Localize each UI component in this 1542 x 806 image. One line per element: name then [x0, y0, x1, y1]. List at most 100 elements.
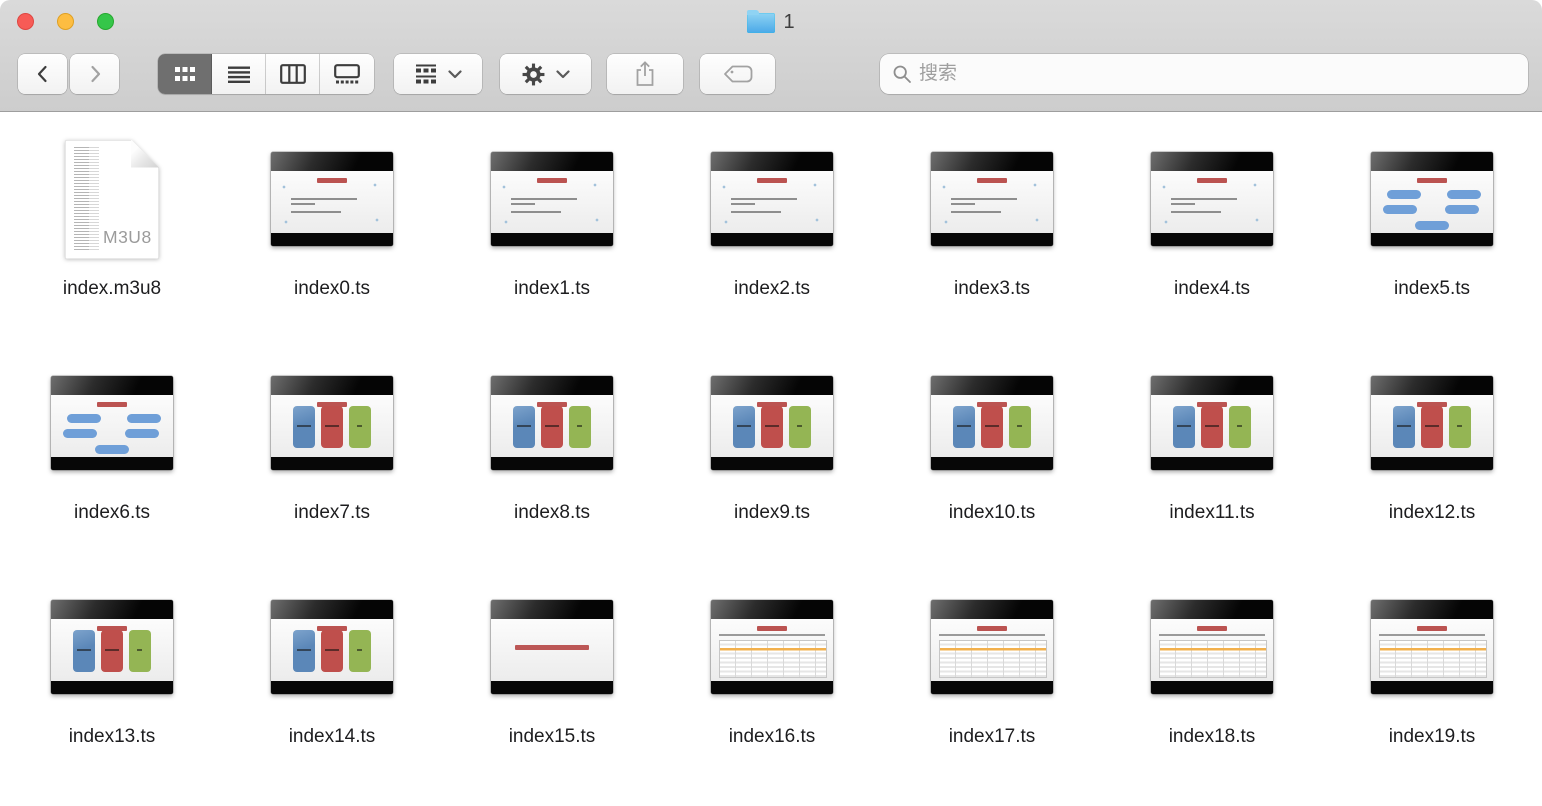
file-item[interactable]: M3U8 index11.ts — [1102, 336, 1322, 560]
gallery-view-icon — [334, 64, 360, 84]
file-item[interactable]: M3U8 index4.ts — [1102, 112, 1322, 336]
file-thumbnail[interactable]: M3U8 — [2, 350, 222, 496]
file-thumbnail[interactable]: M3U8 — [1102, 126, 1322, 272]
title-bar[interactable]: 1 — [0, 0, 1542, 44]
letterbox-top-bar — [1151, 600, 1273, 619]
file-thumbnail[interactable]: M3U8 — [442, 350, 662, 496]
window-title: 1 — [783, 11, 794, 34]
file-thumbnail[interactable]: M3U8 — [222, 574, 442, 720]
file-browser-content[interactable]: M3U8 index.m3u8 M3U8 — [0, 112, 1542, 805]
folded-corner — [131, 140, 159, 168]
file-item[interactable]: M3U8 index7.ts — [222, 336, 442, 560]
slide-content — [1371, 619, 1493, 681]
letterbox-bottom-bar — [491, 681, 613, 694]
slide-body-graphics — [931, 395, 1053, 457]
file-thumbnail[interactable]: M3U8 — [882, 350, 1102, 496]
letterbox-bottom-bar — [1151, 681, 1273, 694]
folder-icon — [747, 13, 775, 33]
file-name-label: index18.ts — [1169, 726, 1256, 748]
group-by-button[interactable] — [394, 54, 482, 94]
letterbox-bottom-bar — [1151, 233, 1273, 246]
file-name-label: index7.ts — [294, 502, 370, 524]
back-button[interactable] — [18, 54, 67, 94]
file-item[interactable]: M3U8 index10.ts — [882, 336, 1102, 560]
forward-button[interactable] — [70, 54, 119, 94]
file-thumbnail[interactable]: M3U8 — [1102, 350, 1322, 496]
file-thumbnail[interactable]: M3U8 — [222, 126, 442, 272]
slide-content — [1151, 395, 1273, 457]
column-view-button[interactable] — [266, 54, 320, 94]
share-button[interactable] — [607, 54, 683, 94]
chevron-right-icon — [84, 63, 106, 85]
file-name-label: index10.ts — [949, 502, 1036, 524]
letterbox-top-bar — [491, 152, 613, 171]
file-item[interactable]: M3U8 index2.ts — [662, 112, 882, 336]
video-frame-thumbnail — [271, 376, 393, 470]
file-thumbnail[interactable]: M3U8 — [1322, 126, 1542, 272]
file-name-label: index.m3u8 — [63, 278, 161, 300]
action-menu-button[interactable] — [500, 54, 591, 94]
file-item[interactable]: M3U8 index19.ts — [1322, 560, 1542, 784]
slide-content — [711, 171, 833, 233]
slide-content — [1371, 395, 1493, 457]
icon-view-button[interactable] — [158, 54, 212, 94]
file-item[interactable]: M3U8 index6.ts — [2, 336, 222, 560]
file-thumbnail[interactable]: M3U8 — [1322, 574, 1542, 720]
list-view-button[interactable] — [212, 54, 266, 94]
file-thumbnail[interactable]: M3U8 — [882, 574, 1102, 720]
file-thumbnail[interactable]: M3U8 — [662, 574, 882, 720]
slide-content — [51, 619, 173, 681]
file-name-label: index0.ts — [294, 278, 370, 300]
search-input[interactable] — [919, 63, 1516, 85]
file-item[interactable]: M3U8 index15.ts — [442, 560, 662, 784]
slide-content — [51, 395, 173, 457]
file-grid: M3U8 index.m3u8 M3U8 — [2, 112, 1542, 784]
file-name-label: index2.ts — [734, 278, 810, 300]
file-thumbnail[interactable]: M3U8 — [442, 574, 662, 720]
file-item[interactable]: M3U8 index13.ts — [2, 560, 222, 784]
slide-body-graphics — [1371, 171, 1493, 233]
file-thumbnail[interactable]: M3U8 — [1322, 350, 1542, 496]
gallery-view-button[interactable] — [320, 54, 374, 94]
search-field[interactable] — [880, 54, 1528, 94]
file-thumbnail[interactable]: M3U8 — [442, 126, 662, 272]
slide-content — [1371, 171, 1493, 233]
slide-content — [931, 619, 1053, 681]
file-item[interactable]: M3U8 index.m3u8 — [2, 112, 222, 336]
tags-button[interactable] — [700, 54, 775, 94]
view-mode-segmented-control — [158, 54, 374, 94]
letterbox-top-bar — [271, 376, 393, 395]
video-frame-thumbnail — [271, 600, 393, 694]
file-thumbnail[interactable]: M3U8 — [222, 350, 442, 496]
file-item[interactable]: M3U8 index17.ts — [882, 560, 1102, 784]
file-item[interactable]: M3U8 index1.ts — [442, 112, 662, 336]
file-thumbnail[interactable]: M3U8 — [662, 126, 882, 272]
slide-body-graphics — [1151, 171, 1273, 233]
letterbox-bottom-bar — [711, 457, 833, 470]
file-item[interactable]: M3U8 index5.ts — [1322, 112, 1542, 336]
letterbox-bottom-bar — [931, 457, 1053, 470]
file-thumbnail[interactable]: M3U8 — [662, 350, 882, 496]
file-item[interactable]: M3U8 index0.ts — [222, 112, 442, 336]
letterbox-top-bar — [1151, 376, 1273, 395]
file-thumbnail[interactable]: M3U8 — [882, 126, 1102, 272]
letterbox-bottom-bar — [711, 233, 833, 246]
file-thumbnail[interactable]: M3U8 — [2, 574, 222, 720]
file-item[interactable]: M3U8 index12.ts — [1322, 336, 1542, 560]
video-frame-thumbnail — [711, 376, 833, 470]
file-thumbnail[interactable]: M3U8 — [2, 126, 222, 272]
file-name-label: index17.ts — [949, 726, 1036, 748]
file-thumbnail[interactable]: M3U8 — [1102, 574, 1322, 720]
file-item[interactable]: M3U8 index18.ts — [1102, 560, 1322, 784]
file-name-label: index19.ts — [1389, 726, 1476, 748]
file-item[interactable]: M3U8 index16.ts — [662, 560, 882, 784]
file-name-label: index14.ts — [289, 726, 376, 748]
file-item[interactable]: M3U8 index14.ts — [222, 560, 442, 784]
file-item[interactable]: M3U8 index8.ts — [442, 336, 662, 560]
slide-content — [491, 171, 613, 233]
slide-content — [931, 171, 1053, 233]
file-item[interactable]: M3U8 index9.ts — [662, 336, 882, 560]
slide-body-graphics — [491, 171, 613, 233]
file-item[interactable]: M3U8 index3.ts — [882, 112, 1102, 336]
finder-window: 1 — [0, 0, 1542, 806]
